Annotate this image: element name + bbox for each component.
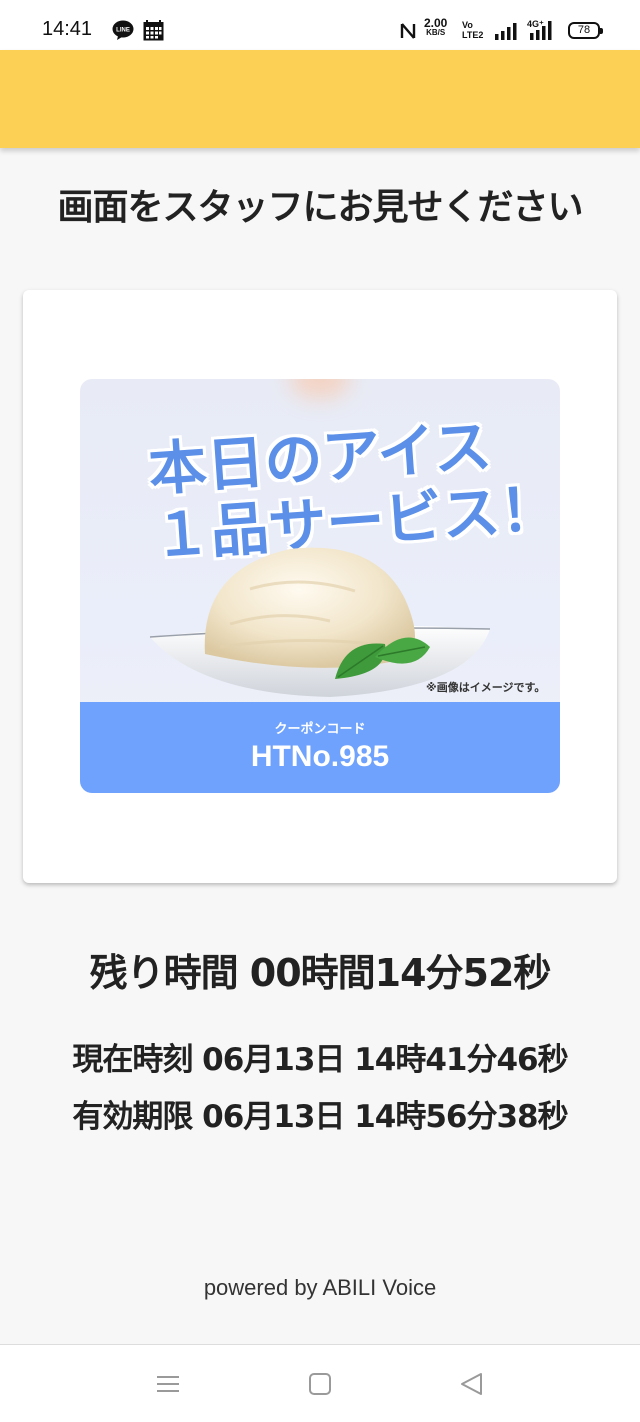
svg-text:LINE: LINE bbox=[116, 28, 130, 34]
back-icon[interactable] bbox=[458, 1371, 486, 1397]
app-header bbox=[0, 50, 640, 148]
coupon-code-band: クーポンコード HTNo.985 bbox=[80, 702, 560, 793]
coupon-code-value: HTNo.985 bbox=[250, 740, 390, 773]
coupon-image: 本日のアイス １品サービス！ ※画像はイメージです。 クーポンコード HTNo.… bbox=[80, 379, 560, 793]
expiry-time: 有効期限 06月13日 14時56分38秒 bbox=[72, 1099, 568, 1135]
status-time: 14:41 bbox=[42, 18, 93, 40]
remaining-time: 残り時間 00時間14分52秒 bbox=[89, 951, 552, 995]
4g-signal-icon: 4G⁺ bbox=[527, 19, 552, 40]
current-time: 現在時刻 06月13日 14時41分46秒 bbox=[72, 1042, 568, 1078]
volte-top: Vo bbox=[462, 20, 473, 30]
volte-bottom: LTE2 bbox=[462, 30, 484, 40]
network-speed: 2.00 KB/S bbox=[424, 17, 447, 37]
nfc-icon bbox=[400, 23, 416, 39]
coupon-card: 本日のアイス １品サービス！ ※画像はイメージです。 クーポンコード HTNo.… bbox=[23, 290, 617, 883]
calendar-icon bbox=[143, 20, 164, 41]
network-speed-unit: KB/S bbox=[426, 28, 446, 37]
line-icon: LINE bbox=[112, 20, 134, 40]
powered-by-text: powered by ABILI Voice bbox=[203, 1275, 437, 1300]
status-bar: 14:41 LINE 2.00 KB/S Vo LTE2 4G⁺ 78 bbox=[0, 0, 640, 50]
coupon-code-label: クーポンコード bbox=[274, 722, 366, 737]
image-note: ※画像はイメージです。 bbox=[426, 681, 546, 694]
battery-icon: 78 bbox=[568, 22, 603, 39]
home-icon[interactable] bbox=[306, 1371, 334, 1397]
menu-icon[interactable] bbox=[154, 1371, 182, 1397]
svg-text:4G⁺: 4G⁺ bbox=[527, 19, 544, 29]
instruction-text: 画面をスタッフにお見せください bbox=[57, 187, 583, 228]
volte-indicator: Vo LTE2 bbox=[462, 20, 483, 40]
signal-icon bbox=[495, 23, 517, 40]
navigation-bar bbox=[0, 1344, 640, 1422]
